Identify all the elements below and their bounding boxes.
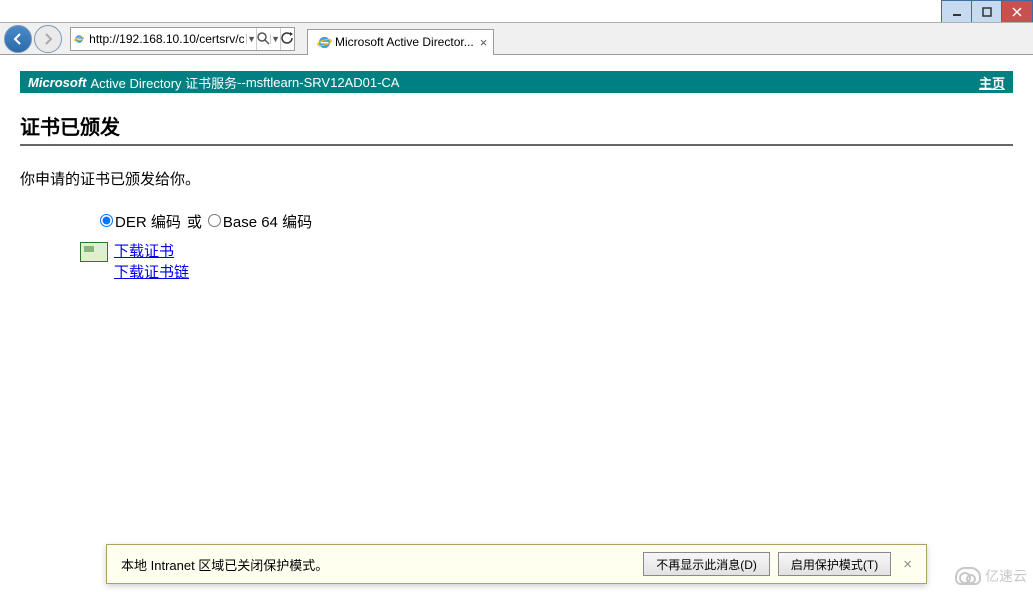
download-chain-link[interactable]: 下载证书链	[114, 261, 189, 282]
window-controls	[941, 0, 1033, 23]
url-dropdown-icon[interactable]: ▼	[246, 34, 256, 44]
watermark: 亿速云	[955, 566, 1027, 586]
notification-text: 本地 Intranet 区域已关闭保护模式。	[121, 555, 635, 574]
encoding-options: DER 编码 或 Base 64 编码	[100, 211, 1013, 232]
download-cert-link[interactable]: 下载证书	[114, 240, 189, 261]
ie-logo-icon	[74, 30, 84, 48]
nav-forward-button[interactable]	[34, 25, 62, 53]
nav-back-button[interactable]	[4, 25, 32, 53]
page-content-area: Microsoft Active Directory 证书服务 -- msftl…	[0, 55, 1033, 592]
cert-services-header: Microsoft Active Directory 证书服务 -- msftl…	[20, 71, 1013, 93]
home-link[interactable]: 主页	[979, 73, 1005, 92]
dismiss-notification-button[interactable]: 不再显示此消息(D)	[643, 552, 770, 576]
ca-name-label: msftlearn-SRV12AD01-CA	[246, 75, 400, 90]
protected-mode-notification: 本地 Intranet 区域已关闭保护模式。 不再显示此消息(D) 启用保护模式…	[106, 544, 927, 584]
watermark-text: 亿速云	[985, 566, 1027, 586]
browser-tab[interactable]: Microsoft Active Director... ×	[307, 29, 494, 55]
b64-label: Base 64 编码	[223, 214, 312, 231]
service-label: Active Directory 证书服务	[91, 73, 238, 92]
address-bar[interactable]: ▼ ▼	[70, 27, 295, 51]
tab-favicon-icon	[317, 35, 332, 50]
brand-label: Microsoft	[28, 75, 87, 90]
window-minimize-button[interactable]	[942, 1, 972, 22]
der-radio[interactable]	[100, 214, 113, 227]
certificate-icon	[80, 242, 108, 262]
search-dropdown-icon[interactable]: ▼	[270, 34, 280, 44]
enable-protection-button[interactable]: 启用保护模式(T)	[778, 552, 891, 576]
tab-title: Microsoft Active Director...	[335, 35, 474, 49]
window-maximize-button[interactable]	[972, 1, 1002, 22]
url-input[interactable]	[87, 29, 246, 49]
notification-close-button[interactable]: ×	[903, 556, 912, 573]
b64-radio[interactable]	[208, 214, 221, 227]
der-label: DER 编码	[115, 214, 181, 231]
download-row: 下载证书 下载证书链	[80, 240, 1013, 282]
watermark-logo-icon	[955, 567, 981, 585]
search-icon[interactable]	[256, 28, 270, 50]
header-separator: --	[237, 75, 246, 90]
der-option[interactable]: DER 编码	[100, 211, 181, 232]
b64-option[interactable]: Base 64 编码	[208, 211, 312, 232]
or-label: 或	[187, 211, 202, 232]
refresh-icon[interactable]	[280, 28, 294, 50]
window-close-button[interactable]	[1002, 1, 1032, 22]
tab-close-button[interactable]: ×	[480, 35, 488, 50]
page-title: 证书已颁发	[20, 111, 1013, 146]
issued-message: 你申请的证书已颁发给你。	[20, 168, 1013, 189]
browser-toolbar: ▼ ▼ Microsoft Active Director... ×	[0, 22, 1033, 55]
